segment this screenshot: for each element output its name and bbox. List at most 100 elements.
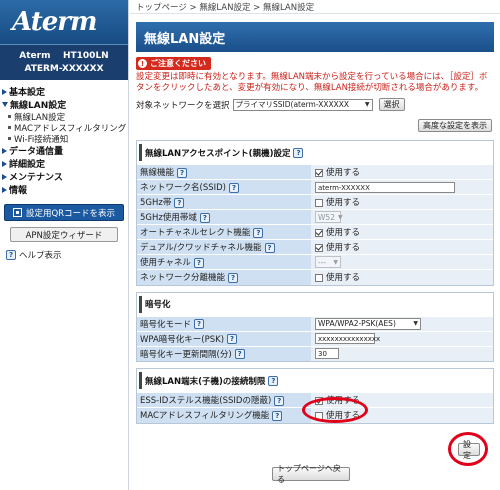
menu-info[interactable]: 情報	[0, 183, 128, 196]
menu-basic[interactable]: 基本設定	[0, 85, 128, 98]
chevron-down-icon: ▼	[413, 320, 418, 327]
band5-width-select[interactable]: W52 ▼	[315, 211, 343, 223]
label-text: デュアル/クワッドチャネル機能	[140, 243, 262, 253]
label-text: ネットワーク名(SSID)	[140, 183, 226, 193]
psk-input[interactable]: xxxxxxxxxxxxxxx	[315, 333, 380, 344]
show-qr-button[interactable]: 設定用QRコードを表示	[4, 204, 124, 221]
bullet-icon	[8, 137, 11, 140]
help-icon[interactable]: ?	[174, 197, 185, 208]
label-text: MACアドレスフィルタリング機能	[140, 411, 270, 422]
ap-settings-section: 無線LANアクセスポイント(親機)設定? 無線機能? 使用する ネットワーク名(S…	[136, 140, 494, 286]
help-icon[interactable]: ?	[194, 319, 205, 329]
back-to-top-button[interactable]: トップページへ戻る	[272, 464, 350, 484]
dual-channel-checkbox[interactable]	[315, 243, 323, 252]
wireless-checkbox[interactable]	[315, 168, 323, 177]
model-name: Aterm HT100LN	[19, 51, 109, 61]
checkbox-label: 使用する	[326, 168, 361, 178]
side-menu: 基本設定 無線LAN設定 無線LAN設定 MACアドレスフィルタリング Wi-F…	[0, 80, 128, 196]
label-text: 5GHz帯	[140, 198, 172, 208]
chevron-down-icon: ▼	[337, 213, 343, 221]
row-label: ESS-IDステルス機能(SSIDの隠蔽)?	[137, 392, 311, 408]
breadcrumb: トップページ > 無線LAN設定 > 無線LAN設定	[130, 0, 500, 14]
ssid-input[interactable]: aterm-XXXXXX	[315, 181, 455, 193]
label-text: 使用チャネル	[140, 258, 191, 268]
checkbox-label: 使用する	[326, 243, 361, 253]
table-row: 5GHz帯? 使用する	[137, 194, 493, 210]
menu-advanced[interactable]: 詳細設定	[0, 157, 128, 170]
label-text: 5GHz使用帯域	[140, 213, 197, 223]
row-value: 使用する	[311, 239, 493, 255]
row-label: 無線機能?	[137, 164, 311, 180]
separation-checkbox[interactable]	[315, 273, 323, 282]
help-link[interactable]: ? ヘルプ表示	[3, 249, 128, 261]
row-value: 使用する	[311, 269, 493, 285]
warning-icon: !	[138, 59, 147, 68]
target-network-select[interactable]: プライマリSSID(aterm-XXXXXX ▼	[232, 98, 373, 111]
help-icon[interactable]: ?	[293, 147, 304, 158]
table-row: デュアル/クワッドチャネル機能? 使用する	[137, 239, 493, 255]
help-icon[interactable]: ?	[227, 334, 238, 344]
help-icon[interactable]: ?	[228, 272, 239, 283]
label-text: 無線機能	[140, 168, 175, 178]
help-icon[interactable]: ?	[253, 227, 264, 238]
select-value: ---	[318, 257, 327, 267]
help-icon[interactable]: ?	[234, 349, 245, 360]
help-icon[interactable]: ?	[264, 242, 275, 253]
help-icon[interactable]: ?	[199, 212, 210, 223]
menu-wireless[interactable]: 無線LAN設定	[0, 98, 128, 111]
row-value: W52 ▼	[311, 209, 493, 225]
page-title: 無線LAN設定	[144, 31, 226, 47]
table-row: 無線機能? 使用する	[137, 164, 493, 180]
section-heading: 無線LAN端末(子機)の接続制限?	[139, 372, 493, 389]
help-icon[interactable]: ?	[177, 167, 188, 178]
title-band: 無線LAN設定	[136, 22, 494, 52]
band5-checkbox[interactable]	[315, 198, 323, 207]
submenu-wireless-settings[interactable]: 無線LAN設定	[0, 111, 128, 123]
bullet-icon	[8, 115, 11, 118]
section-heading: 無線LANアクセスポイント(親機)設定?	[139, 144, 493, 161]
help-icon[interactable]: ?	[274, 395, 285, 406]
row-value: 使用する	[311, 224, 493, 240]
table-row: WPA暗号化キー(PSK)? xxxxxxxxxxxxxxx	[137, 330, 493, 346]
device-name: ATERM-XXXXXX	[24, 64, 104, 74]
target-network-label: 対象ネットワークを選択	[136, 100, 230, 111]
label-text: ESS-IDステルス機能(SSIDの隠蔽)	[140, 396, 272, 406]
row-label: 5GHz帯?	[137, 194, 311, 210]
help-icon[interactable]: ?	[228, 182, 239, 193]
qr-code-icon	[12, 208, 22, 217]
chevron-down-icon: ▼	[364, 101, 370, 108]
submenu-wifi-notify[interactable]: Wi-Fi接続通知	[0, 133, 128, 145]
row-value: --- ▼	[311, 254, 493, 270]
menu-data-usage[interactable]: データ通信量	[0, 144, 128, 157]
submenu-mac-filter[interactable]: MACアドレスフィルタリング	[0, 122, 128, 134]
logo-band: Aterm	[0, 0, 128, 44]
help-icon[interactable]: ?	[268, 375, 279, 386]
aterm-logo: Aterm	[12, 7, 97, 37]
qr-button-label: 設定用QRコードを表示	[25, 208, 116, 219]
arrow-down-icon	[2, 102, 8, 107]
menu-maintenance[interactable]: メンテナンス	[0, 170, 128, 183]
row-value: aterm-XXXXXX	[311, 179, 493, 195]
help-icon[interactable]: ?	[193, 257, 204, 268]
interval-input[interactable]: 30	[315, 348, 339, 360]
show-advanced-button[interactable]: 高度な設定を表示	[418, 119, 492, 132]
select-button[interactable]: 選択	[378, 98, 405, 111]
row-value: 30	[311, 345, 493, 361]
apn-wizard-button[interactable]: APN設定ウィザード	[10, 227, 118, 242]
table-row: 5GHz使用帯域? W52 ▼	[137, 209, 493, 225]
auto-channel-checkbox[interactable]	[315, 228, 323, 237]
menu-label: 情報	[9, 186, 28, 196]
table-row: 暗号化モード? WPA/WPA2-PSK(AES) ▼	[137, 315, 493, 331]
model-info: Aterm HT100LN ATERM-XXXXXX	[0, 44, 128, 80]
label-text: ネットワーク分離機能	[140, 273, 226, 284]
row-value: xxxxxxxxxxxxxxx	[311, 330, 493, 346]
row-label: ネットワーク分離機能?	[137, 269, 311, 285]
menu-label: 無線LAN設定	[10, 101, 67, 111]
section-title: 無線LANアクセスポイント(親機)設定	[145, 148, 291, 159]
menu-label: 基本設定	[9, 88, 46, 98]
channel-select[interactable]: --- ▼	[315, 256, 341, 268]
ap-settings-table: 無線機能? 使用する ネットワーク名(SSID)? aterm-XXXXXX 5GH…	[137, 164, 493, 285]
encryption-mode-select[interactable]: WPA/WPA2-PSK(AES) ▼	[315, 317, 421, 330]
row-label: 使用チャネル?	[137, 254, 311, 270]
help-icon[interactable]: ?	[272, 410, 283, 421]
